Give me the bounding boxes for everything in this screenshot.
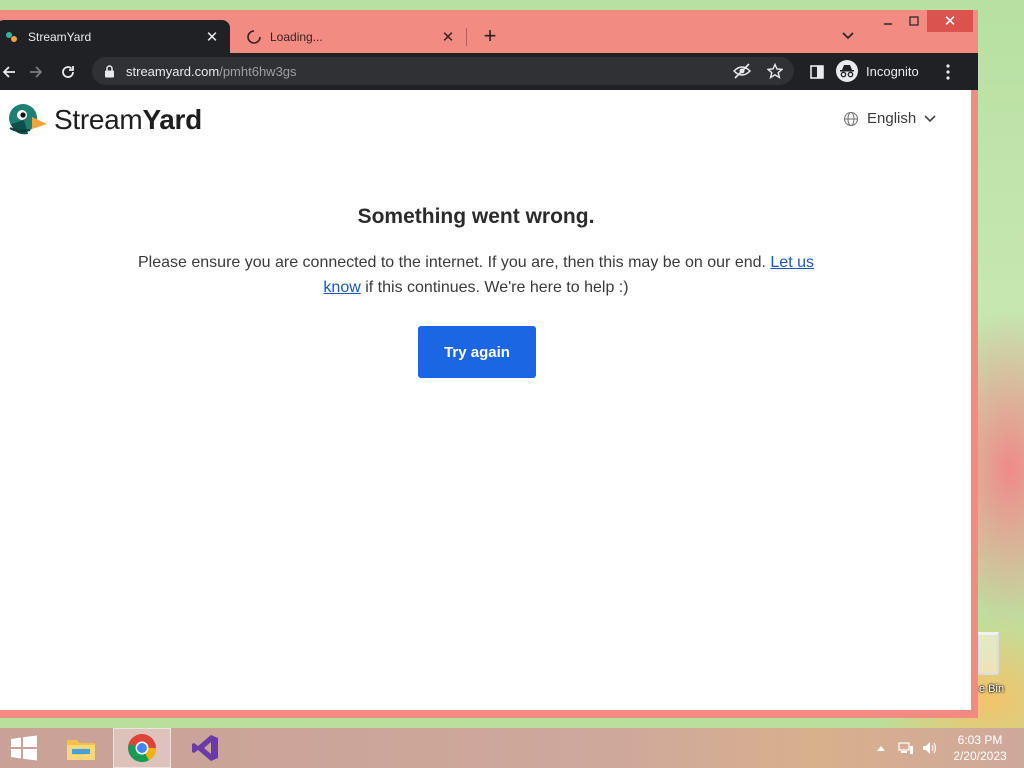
tab-title: StreamYard — [28, 29, 92, 44]
network-icon[interactable] — [896, 728, 916, 768]
loading-spinner-icon — [246, 29, 262, 45]
eye-slash-icon[interactable] — [732, 61, 752, 81]
file-explorer-button[interactable] — [52, 728, 110, 768]
streamyard-favicon-icon — [4, 29, 20, 45]
tab-close-icon[interactable]: ✕ — [200, 25, 224, 49]
tab-close-icon[interactable]: ✕ — [436, 25, 460, 49]
show-hidden-icons-button[interactable] — [874, 728, 888, 768]
start-button[interactable] — [0, 728, 48, 768]
tab-separator — [466, 28, 467, 46]
logo-text: StreamYard — [54, 104, 202, 136]
side-panel-icon[interactable] — [804, 59, 830, 85]
visual-studio-button[interactable] — [176, 728, 234, 768]
incognito-label: Incognito — [866, 63, 919, 79]
caret-up-icon — [877, 746, 885, 751]
back-arrow-icon[interactable] — [0, 59, 22, 85]
url-text[interactable]: streamyard.com/pmht6hw3gs — [126, 64, 297, 79]
tab-strip: StreamYard ✕ Loading... ✕ + ✕ — [0, 10, 978, 53]
recycle-bin-label: e Bin — [979, 683, 1005, 695]
incognito-icon — [836, 60, 858, 82]
chevron-down-icon — [924, 114, 936, 122]
taskbar-clock[interactable]: 6:03 PM 2/20/2023 — [948, 732, 1012, 764]
taskbar: 6:03 PM 2/20/2023 — [0, 728, 1024, 768]
recycle-bin-icon — [977, 632, 999, 675]
error-title: Something went wrong. — [357, 205, 595, 228]
new-tab-button[interactable]: + — [478, 23, 502, 48]
clock-date: 2/20/2023 — [953, 749, 1007, 763]
forward-arrow-icon[interactable] — [23, 59, 49, 85]
language-selector[interactable]: English — [843, 110, 936, 127]
logo-text-light: Stream — [54, 104, 143, 135]
lock-icon[interactable] — [102, 63, 116, 79]
clock-time: 6:03 PM — [957, 733, 1003, 747]
tab-loading[interactable]: Loading... ✕ — [238, 20, 466, 53]
duck-logo-icon — [9, 104, 47, 135]
error-text-2: if this continues. We're here to help :) — [360, 279, 629, 296]
browser-toolbar: streamyard.com/pmht6hw3gs Incognito — [0, 53, 978, 90]
maximize-button[interactable] — [899, 10, 929, 32]
globe-icon — [843, 111, 859, 126]
streamyard-logo[interactable]: StreamYard — [6, 100, 202, 140]
incognito-profile-button[interactable]: Incognito — [836, 58, 928, 84]
language-label: English — [867, 110, 917, 127]
url-domain: streamyard.com — [126, 63, 220, 79]
reload-icon[interactable] — [55, 59, 81, 85]
volume-icon[interactable] — [920, 728, 940, 768]
visual-studio-icon — [192, 735, 218, 761]
windows-logo-icon — [11, 735, 37, 761]
address-bar[interactable]: streamyard.com/pmht6hw3gs — [92, 57, 794, 85]
tab-title: Loading... — [270, 29, 323, 44]
logo-text-bold: Yard — [142, 104, 202, 135]
chrome-taskbar-button[interactable] — [113, 728, 171, 768]
chrome-icon — [128, 734, 157, 763]
tab-search-chevron-icon[interactable] — [838, 26, 858, 46]
kebab-menu-icon[interactable] — [936, 59, 960, 85]
page-content: StreamYard English Something went wrong.… — [0, 90, 971, 710]
folder-icon — [67, 740, 95, 760]
bookmark-star-icon[interactable] — [765, 61, 785, 81]
recycle-bin[interactable]: e Bin — [975, 630, 1024, 700]
error-message: Please ensure you are connected to the i… — [121, 250, 831, 300]
error-text-1: Please ensure you are connected to the i… — [138, 254, 771, 271]
close-window-button[interactable]: ✕ — [927, 10, 973, 32]
browser-window: StreamYard ✕ Loading... ✕ + ✕ streamyard… — [0, 10, 978, 718]
try-again-button[interactable]: Try again — [418, 326, 536, 378]
url-path: /pmht6hw3gs — [219, 63, 297, 79]
tab-streamyard[interactable]: StreamYard ✕ — [0, 20, 230, 53]
